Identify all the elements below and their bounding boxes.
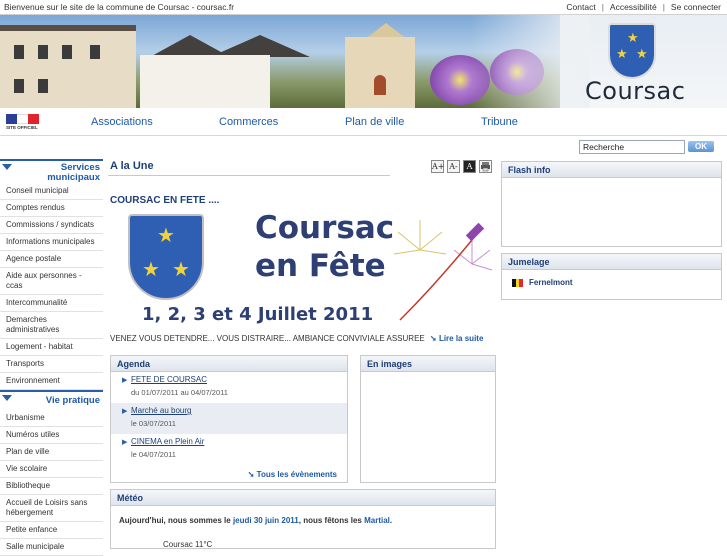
- divider: [108, 175, 390, 176]
- arrow-icon: ➘: [247, 470, 255, 479]
- agenda-item-date: du 01/07/2011 au 04/07/2011: [131, 388, 228, 397]
- weather-date-line: Aujourd'hui, nous sommes le jeudi 30 jui…: [119, 516, 393, 525]
- sidebar-item-logement[interactable]: Logement - habitat: [0, 339, 103, 356]
- triangle-down-icon: [2, 395, 12, 401]
- main-content: A la Une A+ A- A COURSAC EN FETE .... ★ …: [108, 156, 498, 549]
- mairie-illustration: [140, 55, 270, 108]
- contrast-button[interactable]: A: [463, 160, 476, 173]
- belgium-flag-icon: [512, 278, 524, 287]
- triangle-down-icon: [2, 164, 12, 170]
- agenda-title: Agenda: [111, 356, 347, 372]
- font-decrease-button[interactable]: A-: [447, 160, 460, 173]
- agenda-item: ▶ CINEMA en Plein Air le 04/07/2011: [111, 434, 347, 465]
- feature-image[interactable]: ★ ★ ★ Coursac en Fête 1, 2, 3 et 4 Juill…: [110, 210, 496, 330]
- bullet-icon: ▶: [122, 439, 128, 446]
- font-increase-button[interactable]: A+: [431, 160, 444, 173]
- top-bar: Bienvenue sur le site de la commune de C…: [0, 0, 727, 15]
- feature-image-line2: en Fête: [255, 248, 386, 284]
- site-officiel-logo[interactable]: SITE OFFICIEL: [6, 114, 40, 132]
- sidebar-item-transports[interactable]: Transports: [0, 356, 103, 373]
- feature-image-dates: 1, 2, 3 et 4 Juillet 2011: [142, 304, 374, 325]
- twinning-title: Jumelage: [502, 254, 721, 270]
- top-links: Contact | Accessibilité | Se connecter: [566, 2, 721, 12]
- agenda-item-link[interactable]: Marché au bourg: [131, 406, 339, 415]
- agenda-item-date: le 03/07/2011: [131, 419, 176, 428]
- logo-caption: SITE OFFICIEL: [6, 125, 38, 130]
- site-banner: ★ ★ ★ Coursac: [0, 15, 727, 108]
- sidebar-item-comptes-rendus[interactable]: Comptes rendus: [0, 200, 103, 217]
- welcome-text: Bienvenue sur le site de la commune de C…: [4, 2, 235, 12]
- agenda-item: ▶ FETE DE COURSAC du 01/07/2011 au 04/07…: [111, 372, 347, 403]
- sidebar-item-bibliotheque[interactable]: Bibliotheque: [0, 478, 103, 495]
- bullet-icon: ▶: [122, 408, 128, 415]
- left-sidebar: Services municipaux Conseil municipal Co…: [0, 159, 103, 556]
- twinning-panel: Jumelage Fernelmont: [501, 253, 722, 300]
- section-title: A la Une: [110, 160, 154, 172]
- feature-caption: VENEZ VOUS DETENDRE... VOUS DISTRAIRE...…: [110, 334, 425, 343]
- weather-panel: Météo Aujourd'hui, nous sommes le jeudi …: [110, 489, 496, 549]
- sidebar-item-conseil-municipal[interactable]: Conseil municipal: [0, 183, 103, 200]
- nav-tribune[interactable]: Tribune: [481, 116, 518, 128]
- agenda-panel: Agenda ▶ FETE DE COURSAC du 01/07/2011 a…: [110, 355, 348, 483]
- contact-link[interactable]: Contact: [566, 2, 595, 12]
- weather-title: Météo: [111, 490, 495, 506]
- sidebar-heading-services[interactable]: Services municipaux: [0, 159, 103, 183]
- sidebar-item-ccas[interactable]: Aide aux personnes - ccas: [0, 268, 103, 295]
- sidebar-item-agence-postale[interactable]: Agence postale: [0, 251, 103, 268]
- images-title: En images: [361, 356, 495, 372]
- building-illustration: [0, 25, 136, 108]
- search-ok-button[interactable]: OK: [688, 141, 714, 152]
- agenda-item: ▶ Marché au bourg le 03/07/2011: [111, 403, 347, 434]
- sidebar-item-intercommunalite[interactable]: Intercommunalité: [0, 295, 103, 312]
- sidebar-item-environnement[interactable]: Environnement: [0, 373, 103, 390]
- main-nav: SITE OFFICIEL Associations Commerces Pla…: [0, 108, 727, 136]
- coat-of-arms-logo[interactable]: ★ ★ ★: [608, 23, 656, 79]
- read-more-link[interactable]: ➘ Lire la suite: [430, 334, 483, 343]
- separator: |: [601, 2, 604, 12]
- brand-name[interactable]: Coursac: [585, 77, 685, 105]
- print-icon[interactable]: [479, 160, 492, 173]
- all-events-link[interactable]: ➘ Tous les évènements: [248, 470, 337, 479]
- sidebar-heading-vie-pratique[interactable]: Vie pratique: [0, 390, 103, 410]
- sidebar-item-petite-enfance[interactable]: Petite enfance: [0, 522, 103, 539]
- arrow-icon: ➘: [430, 334, 437, 343]
- sidebar-item-numeros-utiles[interactable]: Numéros utiles: [0, 427, 103, 444]
- agenda-item-link[interactable]: FETE DE COURSAC: [131, 375, 339, 384]
- agenda-item-link[interactable]: CINEMA en Plein Air: [131, 437, 339, 446]
- separator: |: [662, 2, 665, 12]
- feature-image-line1: Coursac: [255, 210, 395, 246]
- nav-plan-de-ville[interactable]: Plan de ville: [345, 116, 404, 128]
- nav-associations[interactable]: Associations: [91, 116, 153, 128]
- search-input[interactable]: [579, 140, 685, 154]
- feature-title[interactable]: COURSAC EN FETE ....: [110, 195, 219, 206]
- saint-of-day: Martial: [364, 516, 390, 525]
- sidebar-item-demarches[interactable]: Demarches administratives: [0, 312, 103, 339]
- sidebar-item-vie-scolaire[interactable]: Vie scolaire: [0, 461, 103, 478]
- twinning-item[interactable]: Fernelmont: [512, 278, 573, 287]
- flash-info-title: Flash info: [502, 162, 721, 178]
- sidebar-item-informations[interactable]: Informations municipales: [0, 234, 103, 251]
- nav-commerces[interactable]: Commerces: [219, 116, 278, 128]
- agenda-item-date: le 04/07/2011: [131, 450, 176, 459]
- coat-of-arms-icon: ★ ★ ★: [128, 214, 204, 300]
- sidebar-item-commissions[interactable]: Commissions / syndicats: [0, 217, 103, 234]
- sidebar-item-salle-municipale[interactable]: Salle municipale: [0, 539, 103, 556]
- sidebar-item-accueil-loisirs[interactable]: Accueil de Loisirs sans hébergement: [0, 495, 103, 522]
- firework-icon: [393, 220, 493, 321]
- sidebar-item-urbanisme[interactable]: Urbanisme: [0, 410, 103, 427]
- current-date: jeudi 30 juin 2011: [232, 516, 299, 525]
- accessibility-link[interactable]: Accessibilité: [610, 2, 657, 12]
- images-panel: En images: [360, 355, 496, 483]
- login-link[interactable]: Se connecter: [671, 2, 721, 12]
- sidebar-item-plan-de-ville[interactable]: Plan de ville: [0, 444, 103, 461]
- flash-info-panel: Flash info: [501, 161, 722, 247]
- search-bar: OK: [0, 136, 727, 156]
- church-illustration: [345, 37, 415, 108]
- bullet-icon: ▶: [122, 377, 128, 384]
